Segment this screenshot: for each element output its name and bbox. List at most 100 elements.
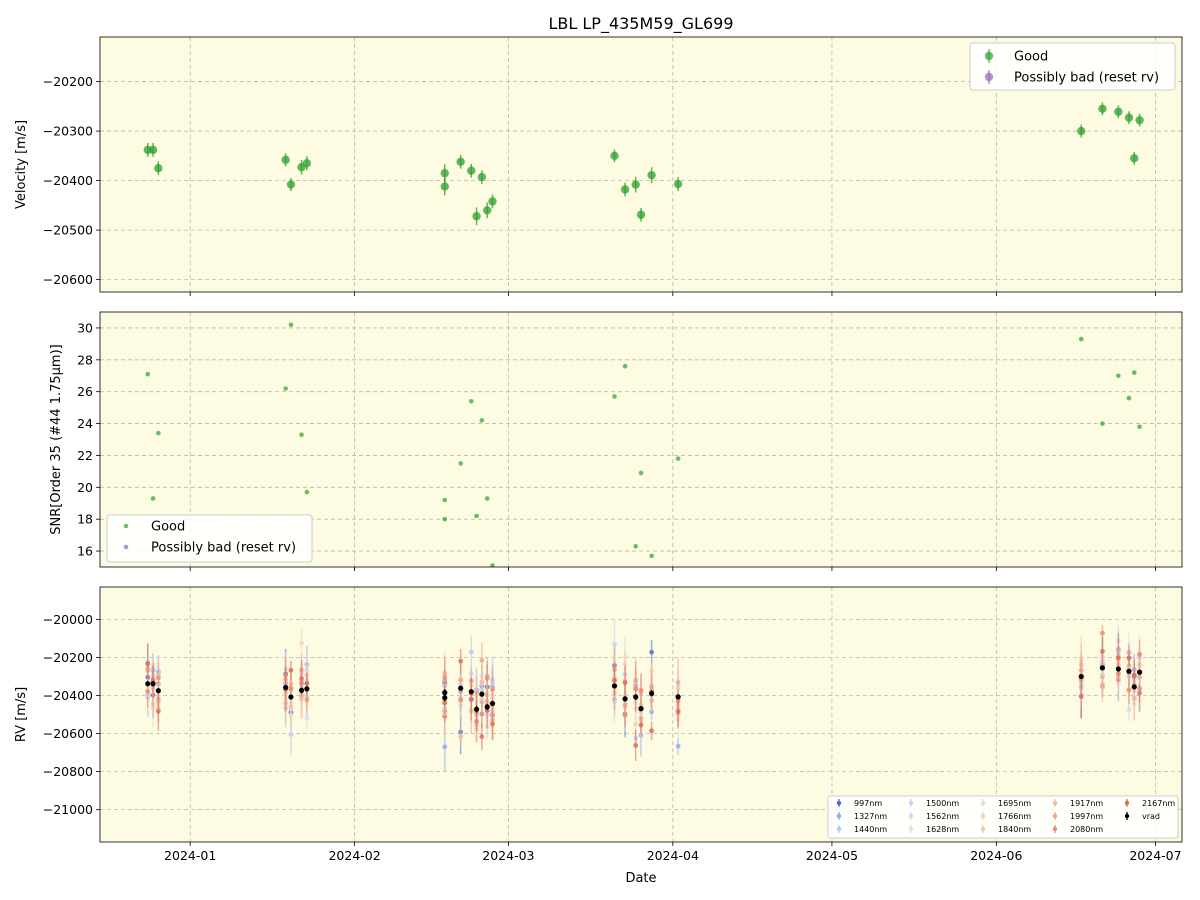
legend-marker [1124,800,1130,806]
rv-wavelength-point [675,709,681,715]
velocity-point [440,168,449,178]
velocity-point [1124,113,1134,122]
y-tick-label: 18 [77,512,93,527]
x-tick-label: 2024-02 [328,848,380,863]
chart-title: LBL LP_435M59_GL699 [548,14,733,34]
y-tick-label: −20600 [43,726,93,741]
rv-wavelength-point [633,721,639,727]
rv-wavelength-point [490,687,495,693]
legend-marker [1052,800,1058,806]
legend-label: 1840nm [998,825,1031,834]
velocity-point [456,157,465,166]
vrad-point [633,694,639,700]
vrad-point [473,706,480,712]
legend-label: Good [1014,50,1048,65]
rv-wavelength-point [1078,694,1084,699]
rv-wavelength-point [638,687,644,693]
snr-point [675,456,681,461]
vrad-point [288,694,294,700]
velocity-point [154,164,163,173]
rv-wavelength-point [458,658,464,664]
x-tick-label: 2024-04 [647,848,699,863]
y-tick-label: 16 [77,544,93,559]
rv-wavelength-point [299,640,304,646]
rv-wavelength-point [468,649,474,655]
velocity-point [620,185,630,194]
rv-wavelength-point [1137,652,1142,657]
rv-wavelength-point [468,696,474,702]
velocity-point [281,155,290,164]
vrad-point [638,706,644,712]
legend-marker [980,800,986,806]
snr-point [283,386,288,391]
rv-wavelength-point [649,728,655,734]
snr-point [1137,424,1142,430]
rv-wavelength-point [155,675,161,681]
rv-wavelength-point [458,677,464,683]
legend-label: 1766nm [998,812,1031,821]
legend-label: 2080nm [1070,825,1103,834]
y-tick-label: 26 [77,384,93,399]
y-tick-label: −20000 [43,612,93,627]
rv-wavelength-point [649,649,655,655]
rv-wavelength-point [299,696,304,702]
vrad-point [155,688,161,694]
rv-wavelength-point [1100,683,1105,689]
rv-wavelength-point [479,679,485,685]
velocity-point [440,182,449,191]
vrad-point [458,685,464,691]
rv-wavelength-point [612,677,617,683]
velocity-point [467,166,476,175]
legend-marker [836,813,842,819]
y-tick-label: −20200 [43,650,93,665]
rv-wavelength-point [458,734,464,739]
legend-marker [123,523,129,529]
y-tick-label: −20200 [43,74,93,89]
snr-point [468,398,474,404]
snr-point [1100,421,1105,426]
snr-point [145,371,151,377]
rv-wavelength-point [304,681,310,686]
rv-wavelength-point [145,688,151,694]
snr-point [442,497,448,503]
rv-wavelength-point [638,722,644,728]
y-tick-label: −20400 [43,173,93,188]
panel-snr: 16 18 20 22 24 26 28 30 SNR[Order 35 (#44 1.75μm… [49,311,1183,571]
panel-velocity: −20200 −20300 −20400 −20500 −20600 Velocity [… [14,36,1183,296]
snr-point [288,322,294,328]
legend-label: Possibly bad (reset rv) [1014,71,1159,86]
panel-rv: −20000 −20200 −20400 −20600 −20800 −21000 2024… [14,586,1183,863]
rv-wavelength-point [675,743,681,749]
rv-wavelength-point [442,675,448,680]
y-tick-label: −20800 [43,764,93,779]
snr-point [1131,370,1137,375]
legend-label: Good [151,520,185,535]
rv-wavelength-point [288,667,294,673]
rv-wavelength-point [490,721,495,727]
velocity-point [636,210,646,219]
vrad-point [611,683,618,689]
y-tick-label: −20500 [43,223,93,238]
x-tick-label: 2024-01 [164,848,216,863]
velocity-point [1130,154,1139,163]
legend-label: 997nm [854,799,882,808]
vrad-point [1115,666,1121,672]
velocity-point [1077,126,1086,136]
vrad-point [298,687,305,693]
legend-label: 1997nm [1070,812,1103,821]
x-tick-label: 2024-03 [482,848,534,863]
y-axis-label: RV [m/s] [14,687,29,742]
velocity-point [647,170,656,180]
rv-wavelength-point [299,676,304,681]
rv-wavelength-point [633,686,639,692]
legend-label: 1695nm [998,799,1031,808]
legend-marker [908,826,914,832]
y-tick-label: 30 [77,320,93,335]
rv-wavelength-point [479,734,485,740]
vrad-point [283,684,289,691]
vrad-point [1078,673,1084,680]
velocity-point [610,151,619,161]
rv-wavelength-point [1100,630,1105,636]
y-tick-label: −20600 [43,272,93,287]
y-tick-label: −20300 [43,124,93,139]
